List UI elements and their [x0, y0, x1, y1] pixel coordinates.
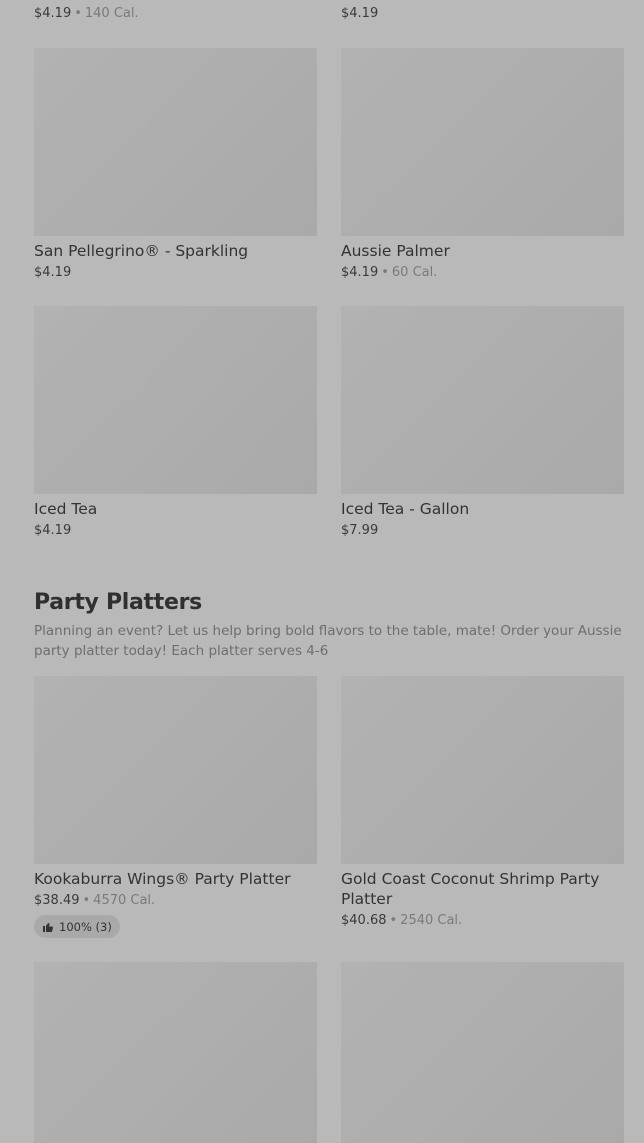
previous-items-row: $4.19 • 140 Cal. $4.19: [34, 5, 624, 25]
item-price: $4.19: [34, 265, 72, 280]
menu-grid: San Pellegrino® - Sparkling $4.19 Aussie…: [34, 48, 624, 281]
menu-item-image[interactable]: [34, 48, 317, 236]
item-meta: $7.99: [341, 522, 624, 539]
item-calories: 140 Cal.: [84, 6, 139, 21]
section-description: Planning an event? Let us help bring bol…: [34, 623, 622, 659]
item-price: $4.19: [341, 265, 379, 280]
rating-text: 100% (3): [59, 919, 112, 934]
menu-item-card[interactable]: Iced Tea - Gallon $7.99: [341, 306, 624, 539]
menu-item-name[interactable]: Kookaburra Wings® Party Platter: [34, 869, 317, 889]
item-meta: $4.19: [34, 264, 317, 281]
menu-item-card[interactable]: San Pellegrino® - Sparkling $4.19: [34, 48, 317, 281]
item-price: $38.49: [34, 893, 80, 908]
section-title: Party Platters: [34, 590, 202, 615]
menu-item-card[interactable]: Iced Tea $4.19: [34, 306, 317, 539]
rating-badge: 100% (3): [34, 915, 120, 938]
item-meta: $4.19: [341, 5, 378, 23]
menu-item-card[interactable]: Kookaburra Wings® Party Platter $38.49 • 4…: [34, 676, 317, 938]
menu-item-name[interactable]: Gold Coast Coconut Shrimp Party Platter: [341, 869, 624, 909]
menu-item-image[interactable]: [34, 676, 317, 864]
menu-item-image[interactable]: [341, 676, 624, 864]
menu-item-card[interactable]: [34, 962, 317, 1143]
menu-item-name[interactable]: San Pellegrino® - Sparkling: [34, 241, 317, 261]
thumbs-up-icon: [43, 922, 53, 932]
menu-page: $4.19 • 140 Cal. $4.19 San Pellegrino® - S…: [0, 0, 644, 1143]
menu-grid: Kookaburra Wings® Party Platter $38.49 • 4…: [34, 676, 624, 938]
menu-grid: Iced Tea $4.19 Iced Tea - Gallon $7.99: [34, 306, 624, 539]
menu-item-card[interactable]: Gold Coast Coconut Shrimp Party Platter …: [341, 676, 624, 938]
item-meta: $4.19 • 140 Cal.: [34, 6, 139, 21]
menu-item-image[interactable]: [341, 48, 624, 236]
item-price: $7.99: [341, 523, 379, 538]
item-meta: $4.19: [34, 522, 317, 539]
item-price: $4.19: [341, 6, 379, 21]
item-price: $4.19: [34, 523, 72, 538]
menu-item-name[interactable]: Iced Tea: [34, 499, 317, 519]
item-calories: 2540 Cal.: [400, 913, 463, 928]
item-calories: 4570 Cal.: [93, 893, 156, 908]
menu-item-image[interactable]: [34, 962, 317, 1143]
item-price: $40.68: [341, 913, 387, 928]
item-meta: $38.49 • 4570 Cal.: [34, 893, 156, 908]
menu-item-image[interactable]: [341, 306, 624, 494]
menu-item-name[interactable]: Aussie Palmer: [341, 241, 624, 261]
item-calories: 60 Cal.: [391, 265, 438, 280]
item-meta: $40.68 • 2540 Cal.: [341, 913, 463, 928]
menu-item-card[interactable]: [341, 962, 624, 1143]
item-price: $4.19: [34, 6, 72, 21]
menu-item-name[interactable]: Iced Tea - Gallon: [341, 499, 624, 519]
menu-item-card[interactable]: Aussie Palmer $4.19 • 60 Cal.: [341, 48, 624, 281]
menu-grid: [34, 962, 624, 1143]
item-meta: $4.19 • 60 Cal.: [341, 265, 438, 280]
menu-item-image[interactable]: [34, 306, 317, 494]
menu-item-image[interactable]: [341, 962, 624, 1143]
